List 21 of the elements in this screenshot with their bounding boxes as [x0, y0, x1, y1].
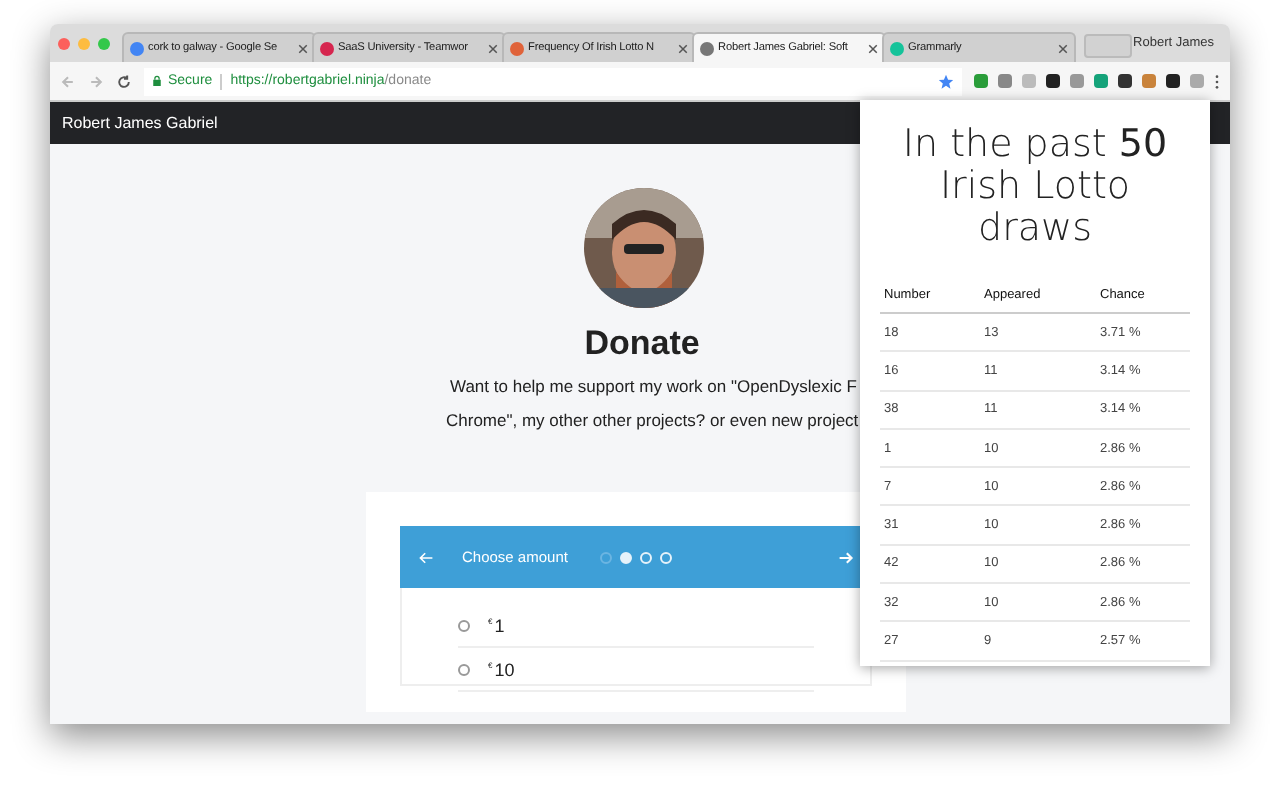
- forward-arrow-icon[interactable]: [838, 549, 854, 565]
- radio-button[interactable]: [458, 619, 470, 631]
- popup-title: In the past 50 Irish Lotto draws: [900, 124, 1170, 250]
- maximize-icon[interactable]: [98, 37, 110, 49]
- back-arrow-icon[interactable]: [418, 549, 434, 565]
- back-icon[interactable]: [60, 73, 76, 89]
- reload-icon[interactable]: [116, 73, 132, 89]
- menu-icon[interactable]: [1214, 73, 1220, 89]
- close-icon[interactable]: [868, 43, 878, 53]
- close-icon[interactable]: [298, 43, 308, 53]
- intro-text: Chrome", my other other projects? or even new project: [446, 410, 859, 430]
- intro-text: Want to help me support my work on "OpenDyslexic F: [450, 376, 857, 396]
- close-icon[interactable]: [678, 43, 688, 53]
- star-icon[interactable]: [938, 73, 954, 89]
- close-icon[interactable]: [1058, 43, 1068, 53]
- radio-button[interactable]: [458, 663, 470, 675]
- lock-icon: [152, 74, 162, 88]
- page-heading: Donate: [584, 324, 700, 364]
- close-icon[interactable]: [488, 43, 498, 53]
- site-brand[interactable]: Robert James Gabriel: [62, 114, 218, 132]
- forward-icon[interactable]: [88, 73, 104, 89]
